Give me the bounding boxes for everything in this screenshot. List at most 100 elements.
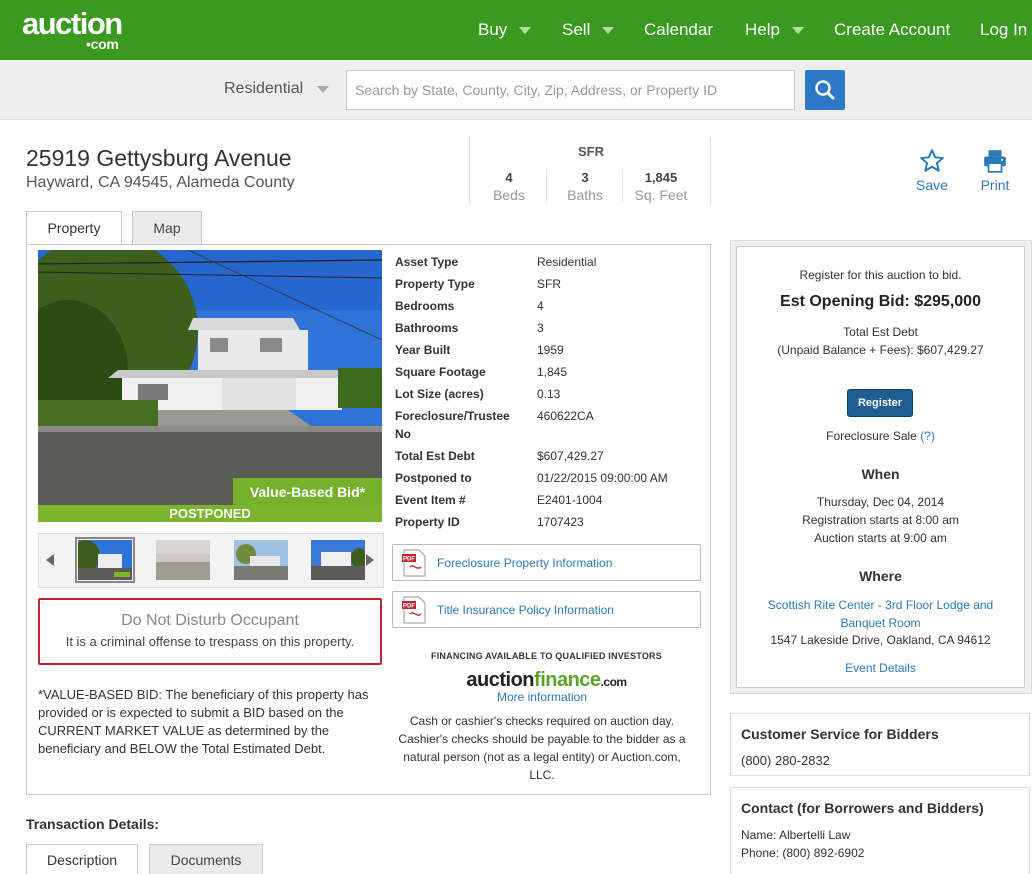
printer-icon <box>984 150 1006 173</box>
stat-baths: 3 Baths <box>547 170 623 203</box>
chevron-down-icon <box>317 85 330 93</box>
property-photo[interactable] <box>38 250 382 506</box>
sale-type: Foreclosure Sale (?) <box>736 429 1025 443</box>
nav-create-account-label: Create Account <box>834 20 951 39</box>
auctionfinance-logo[interactable]: auctionfinance.com <box>392 669 701 692</box>
thumbnail-2[interactable] <box>156 540 210 580</box>
save-label: Save <box>916 177 948 193</box>
search-icon <box>815 80 835 100</box>
fin-logo-part-b: finance <box>534 669 601 691</box>
venue-address: 1547 Lakeside Drive, Oakland, CA 94612 <box>770 633 991 647</box>
print-label: Print <box>980 177 1010 193</box>
detail-label: Bathrooms <box>395 321 459 335</box>
detail-value: $607,429.27 <box>537 449 604 463</box>
logo-dotcom: •com <box>86 36 119 52</box>
warning-title: Do Not Disturb Occupant <box>121 612 299 629</box>
star-icon <box>920 149 944 172</box>
detail-value: 460622CA <box>537 409 594 423</box>
sqft-value: 1,845 <box>644 170 678 185</box>
nav-help-label: Help <box>745 20 780 39</box>
svg-text:PDF: PDF <box>403 603 415 609</box>
chevron-down-icon <box>519 26 532 34</box>
nav-calendar[interactable]: Calendar <box>644 0 713 60</box>
nav-help[interactable]: Help <box>745 0 804 60</box>
baths-value: 3 <box>581 170 589 185</box>
venue-link[interactable]: Scottish Rite Center - 3rd Floor Lodge a… <box>756 596 1005 632</box>
event-details-link[interactable]: Event Details <box>736 661 1025 675</box>
thumbnail-4[interactable] <box>311 540 365 580</box>
value-based-bid-badge: Value-Based Bid* <box>233 478 382 505</box>
contact-title: Contact (for Borrowers and Bidders) <box>741 800 984 816</box>
when-heading: When <box>861 466 900 482</box>
foreclosure-info-label: Foreclosure Property Information <box>437 555 613 570</box>
save-button[interactable]: Save <box>912 148 952 193</box>
property-stats: SFR 4 Beds 3 Baths 1,845 Sq. Feet <box>469 137 711 205</box>
property-type-label: SFR <box>578 144 604 159</box>
chevron-right-icon[interactable] <box>366 554 374 566</box>
property-location: Hayward, CA 94545, Alameda County <box>26 174 295 191</box>
detail-label: Total Est Debt <box>395 449 475 463</box>
detail-value: 3 <box>537 321 544 335</box>
detail-value: E2401-1004 <box>537 493 603 507</box>
baths-label: Baths <box>567 187 603 203</box>
detail-label: Property ID <box>395 515 460 529</box>
search-input[interactable] <box>346 70 795 110</box>
detail-value: 1,845 <box>537 365 568 379</box>
auction-start: Auction starts at 9:00 am <box>814 531 947 545</box>
thumbnail-image <box>78 540 132 580</box>
contact-name: Name: Albertelli Law <box>741 828 851 842</box>
beds-label: Beds <box>493 187 525 203</box>
detail-value: 01/22/2015 09:00:00 AM <box>537 471 668 485</box>
print-button[interactable]: Print <box>976 148 1014 193</box>
chevron-left-icon[interactable] <box>46 554 54 566</box>
detail-value: Residential <box>537 255 597 269</box>
detail-label: Postponed to <box>395 471 472 485</box>
detail-label: Foreclosure/Trustee No <box>395 409 510 441</box>
tab-documents-label: Documents <box>170 852 242 868</box>
nav-buy-label: Buy <box>478 20 508 39</box>
detail-label: Year Built <box>395 343 451 357</box>
total-debt-value: (Unpaid Balance + Fees): $607,429.27 <box>777 343 984 357</box>
tab-description[interactable]: Description <box>26 844 138 874</box>
thumbnail-3[interactable] <box>234 540 288 580</box>
property-type-filter[interactable]: Residential <box>224 80 330 98</box>
thumbnail-1[interactable] <box>75 537 135 583</box>
stat-sqft: 1,845 Sq. Feet <box>623 170 699 203</box>
title-insurance-button[interactable]: PDF Title Insurance Policy Information <box>392 591 701 628</box>
customer-service-title: Customer Service for Bidders <box>741 726 939 742</box>
customer-service-box: Customer Service for Bidders (800) 280-2… <box>730 713 1030 776</box>
stat-beds: 4 Beds <box>471 170 547 203</box>
register-button[interactable]: Register <box>847 389 913 417</box>
sale-type-help-link[interactable]: (?) <box>920 429 935 443</box>
pdf-icon: PDF <box>402 549 426 576</box>
tab-map[interactable]: Map <box>132 211 202 245</box>
nav-create-account[interactable]: Create Account <box>834 0 950 60</box>
nav-sell[interactable]: Sell <box>562 0 615 60</box>
status-badge: POSTPONED <box>38 505 382 522</box>
tab-property[interactable]: Property <box>26 211 122 245</box>
foreclosure-info-button[interactable]: PDF Foreclosure Property Information <box>392 544 701 581</box>
auction-date: Thursday, Dec 04, 2014 <box>816 495 945 509</box>
sale-type-label: Foreclosure Sale <box>826 429 917 443</box>
nav-login[interactable]: Log In <box>980 0 1027 60</box>
search-bar: Residential <box>0 60 1032 120</box>
customer-service-phone: (800) 280-2832 <box>741 753 830 768</box>
financing-more-link[interactable]: More information <box>392 690 692 704</box>
nav-sell-label: Sell <box>562 20 591 39</box>
detail-label: Bedrooms <box>395 299 455 313</box>
detail-label: Asset Type <box>395 255 459 269</box>
tab-documents[interactable]: Documents <box>149 844 263 874</box>
register-prompt: Register for this auction to bid. <box>799 268 962 282</box>
est-opening-bid: Est Opening Bid: $295,000 <box>780 293 981 310</box>
search-button[interactable] <box>805 70 845 110</box>
sqft-label: Sq. Feet <box>634 187 688 203</box>
auction-logo[interactable]: auction •com <box>22 8 123 51</box>
financing-heading: FINANCING AVAILABLE TO QUALIFIED INVESTO… <box>431 651 662 661</box>
warning-text: It is a criminal offense to trespass on … <box>65 634 355 649</box>
nav-buy[interactable]: Buy <box>478 0 532 60</box>
thumbnail-image <box>311 540 365 580</box>
detail-value: 1959 <box>537 343 564 357</box>
contact-box: Contact (for Borrowers and Bidders) Name… <box>730 787 1030 874</box>
detail-value: 0.13 <box>537 387 561 401</box>
title-insurance-label: Title Insurance Policy Information <box>437 602 614 617</box>
